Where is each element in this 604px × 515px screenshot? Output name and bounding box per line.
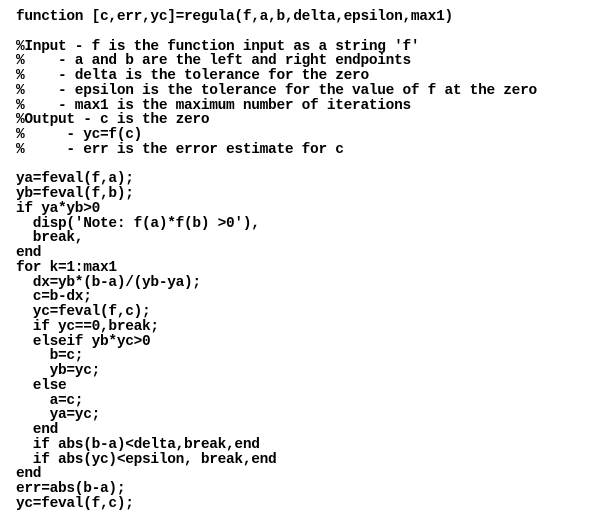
- code-line: ya=yc;: [16, 407, 101, 424]
- code-line: for k=1:max1: [16, 259, 117, 276]
- code-line: yb=feval(f,b);: [16, 186, 134, 202]
- code-line: b=c;: [16, 348, 84, 365]
- code-line: else: [16, 377, 67, 394]
- code-line: break,: [16, 230, 84, 247]
- code-line: disp('Note: f(a)*f(b) >0'),: [16, 215, 260, 232]
- code-line: dx=yb*(b-a)/(yb-ya);: [16, 274, 201, 291]
- code-line: ya=feval(f,a);: [16, 171, 134, 188]
- code-line: end: [16, 466, 42, 483]
- code-line: function [c,err,yc]=regula(f,a,b,delta,e…: [16, 9, 453, 25]
- code-line: a=c;: [16, 392, 84, 409]
- code-line: if yc==0,break;: [16, 318, 159, 335]
- code-line: if abs(b-a)<delta,break,end: [16, 436, 260, 453]
- code-line: c=b-dx;: [16, 289, 92, 306]
- code-line: end: [16, 422, 59, 438]
- code-listing: function [c,err,yc]=regula(f,a,b,delta,e…: [16, 10, 600, 512]
- code-line: end: [16, 245, 42, 261]
- code-line: elseif yb*yc>0: [16, 333, 151, 350]
- code-line: % - delta is the tolerance for the zero: [16, 68, 369, 84]
- code-line: % - yc=f(c): [16, 127, 143, 143]
- code-line: yc=feval(f,c);: [16, 304, 151, 320]
- code-line: yb=yc;: [16, 363, 101, 379]
- code-line: %Input - f is the function input as a st…: [16, 38, 420, 55]
- code-line: % - max1 is the maximum number of iterat…: [16, 97, 411, 114]
- code-line: % - epsilon is the tolerance for the val…: [16, 82, 537, 99]
- code-line: %Output - c is the zero: [16, 112, 210, 129]
- code-line: err=abs(b-a);: [16, 481, 126, 497]
- code-line: % - a and b are the left and right endpo…: [16, 53, 411, 70]
- code-line: if abs(yc)<epsilon, break,end: [16, 451, 277, 468]
- code-line: % - err is the error estimate for c: [16, 141, 344, 158]
- code-line: if ya*yb>0: [16, 200, 101, 217]
- code-line: yc=feval(f,c);: [16, 495, 134, 512]
